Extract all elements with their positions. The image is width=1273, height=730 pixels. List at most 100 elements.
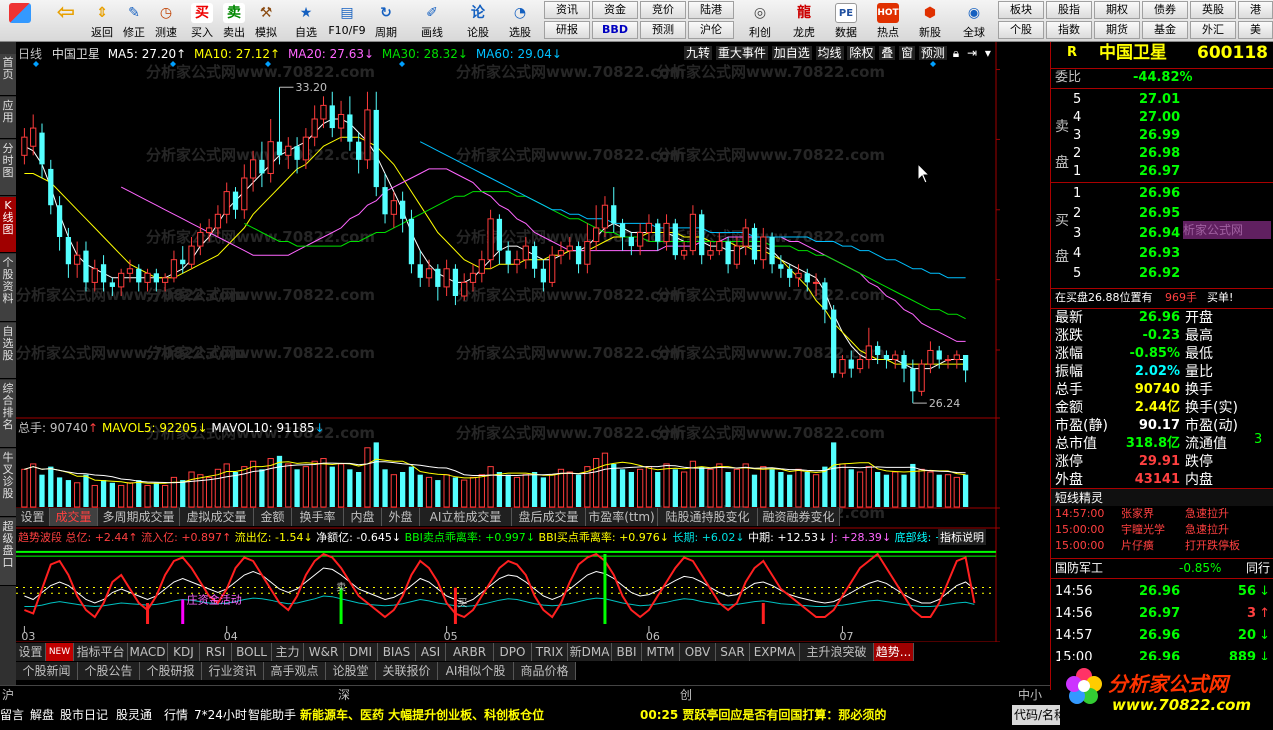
tool-forecast[interactable]: 预测 [918, 46, 947, 60]
vol-tab[interactable]: 融资融券变化 [758, 508, 840, 526]
candle[interactable] [329, 91, 335, 138]
quick-fund[interactable]: 资金 [592, 1, 638, 19]
left-tab-watchlist[interactable]: 自选股 [0, 323, 16, 379]
news-tab[interactable]: AI相似个股 [438, 662, 514, 680]
candle[interactable] [496, 214, 503, 265]
candle[interactable] [74, 241, 81, 278]
vol-tab[interactable]: 虚拟成交量 [180, 508, 254, 526]
candle[interactable] [276, 87, 283, 165]
vol-tab[interactable]: 金额 [254, 508, 292, 526]
quick-research[interactable]: 研报 [544, 21, 590, 39]
status-item[interactable]: 股灵通 [116, 705, 152, 725]
vol-tab[interactable]: 设置 [16, 508, 50, 526]
left-tab-intraday[interactable]: 分时图 [0, 140, 16, 196]
simulate-button[interactable]: ⚒ 模拟 [250, 1, 282, 41]
candle[interactable] [382, 173, 388, 224]
event-marker-icon[interactable] [930, 61, 936, 67]
candle[interactable] [611, 187, 617, 233]
indicator-tab[interactable]: KDJ [168, 643, 200, 661]
quick-index[interactable]: 指数 [1046, 21, 1092, 39]
candle[interactable] [910, 359, 916, 404]
candle[interactable] [478, 250, 485, 283]
fix-button[interactable]: ✎ 修正 [118, 1, 150, 41]
quick-funds[interactable]: 基金 [1142, 21, 1188, 39]
candle[interactable] [30, 114, 37, 156]
indicator-tab[interactable]: DPO [494, 643, 532, 661]
kline-chart[interactable]: 分析家公式网www.70822.com 分析家公式网www.70822.com分析… [16, 42, 1000, 642]
lock-icon[interactable]: 🔒︎ [951, 46, 961, 60]
quick-us[interactable]: 美 [1238, 21, 1273, 39]
vol-tab[interactable]: 内盘 [344, 508, 382, 526]
bid-row[interactable]: 1 26.96 [1051, 185, 1273, 203]
candle[interactable] [347, 96, 353, 151]
short-line[interactable]: 15:00:00 片仔癀 打开跌停板 [1051, 538, 1273, 554]
candle[interactable] [408, 209, 415, 274]
indicator-tab[interactable]: RSI [200, 643, 232, 661]
quick-stock-index[interactable]: 股指 [1046, 1, 1092, 19]
bid-row[interactable]: 2 26.95 [1051, 205, 1273, 223]
status-item[interactable]: 股市日记 [60, 705, 108, 725]
bid-row[interactable]: 4 26.93 [1051, 245, 1273, 263]
news-tab[interactable]: 论股堂 [326, 662, 376, 680]
news-tab[interactable]: 个股新闻 [16, 662, 78, 680]
tool-exright[interactable]: 除权 [847, 46, 876, 60]
left-tab-kline[interactable]: K线图 [0, 197, 16, 253]
ask-row[interactable]: 4 27.00 [1051, 109, 1273, 127]
chevron-down-icon[interactable]: ▾ [983, 46, 993, 60]
chart-area[interactable]: 分析家公式网www.70822.com 分析家公式网www.70822.com 分析… [16, 42, 1000, 642]
short-line[interactable]: 14:57:00 张家界 急速拉升 [1051, 506, 1273, 522]
candle[interactable] [699, 209, 705, 265]
candle[interactable] [725, 237, 731, 274]
news-ticker-2[interactable]: 00:25 贾跃亭回应是否有回国打算：那必须的 [640, 705, 886, 725]
candle[interactable] [461, 273, 468, 301]
candle[interactable] [549, 246, 556, 287]
indicator-tab[interactable]: 主力 [272, 643, 304, 661]
candle[interactable] [892, 350, 899, 369]
sector-row[interactable]: 国防军工 -0.85% 同行 [1051, 558, 1273, 576]
status-item[interactable]: 行情 [164, 705, 188, 725]
period-button[interactable]: ↻ 周期 [370, 1, 402, 41]
market-cy[interactable]: 创 [680, 686, 692, 704]
vol-tab[interactable]: 多周期成交量 [98, 508, 180, 526]
candle[interactable] [390, 191, 397, 228]
candle[interactable] [223, 182, 230, 224]
candle[interactable] [311, 105, 318, 147]
tool-add-watch[interactable]: 加自选 [771, 46, 812, 60]
quick-forex[interactable]: 外汇 [1190, 21, 1236, 39]
candle[interactable] [953, 350, 960, 369]
short-line[interactable]: 15:00:00 宇瞳光学 急速拉升 [1051, 522, 1273, 538]
left-tab-diagnose[interactable]: 牛叉诊股 [0, 449, 16, 517]
data-button[interactable]: PE 数据 [826, 1, 866, 41]
tool-overlay[interactable]: 叠 [879, 46, 896, 60]
candle[interactable] [83, 241, 89, 292]
candle[interactable] [364, 91, 371, 169]
quick-hk[interactable]: 港 [1238, 1, 1273, 19]
lichuang-button[interactable]: ◎ 利创 [740, 1, 780, 41]
left-tab-profile[interactable]: 个股资料 [0, 254, 16, 322]
bid-row[interactable]: 5 26.92 [1051, 265, 1273, 283]
ask-row[interactable]: 5 27.01 [1051, 91, 1273, 109]
news-tab[interactable]: 行业资讯 [202, 662, 264, 680]
hot-button[interactable]: HOT 热点 [868, 1, 908, 41]
news-tab[interactable]: 关联报价 [376, 662, 438, 680]
tool-ma[interactable]: 均线 [815, 46, 844, 60]
bid-row[interactable]: 3 26.94 [1051, 225, 1273, 243]
left-tab-home[interactable]: 首页 [0, 54, 16, 96]
candle[interactable] [787, 264, 793, 287]
indicator-tab[interactable]: TRIX [532, 643, 568, 661]
candle[interactable] [575, 241, 582, 274]
candle[interactable] [21, 128, 28, 165]
grid-menu-button[interactable] [2, 1, 38, 41]
candle[interactable] [267, 119, 274, 183]
vol-tab[interactable]: 陆股通持股变化 [658, 508, 758, 526]
quick-sector[interactable]: 板块 [998, 1, 1044, 19]
vol-tab[interactable]: 盘后成交量 [512, 508, 586, 526]
indicator-tab[interactable]: ARBR [446, 643, 494, 661]
return-button[interactable]: ⇕ 返回 [86, 1, 118, 41]
back-button[interactable]: ⇦ [48, 1, 84, 41]
longhu-button[interactable]: 龍 龙虎 [784, 1, 824, 41]
candle[interactable] [373, 91, 379, 197]
quick-bonds[interactable]: 债券 [1142, 1, 1188, 19]
tool-window[interactable]: 窗 [899, 46, 916, 60]
candle[interactable] [425, 259, 433, 287]
